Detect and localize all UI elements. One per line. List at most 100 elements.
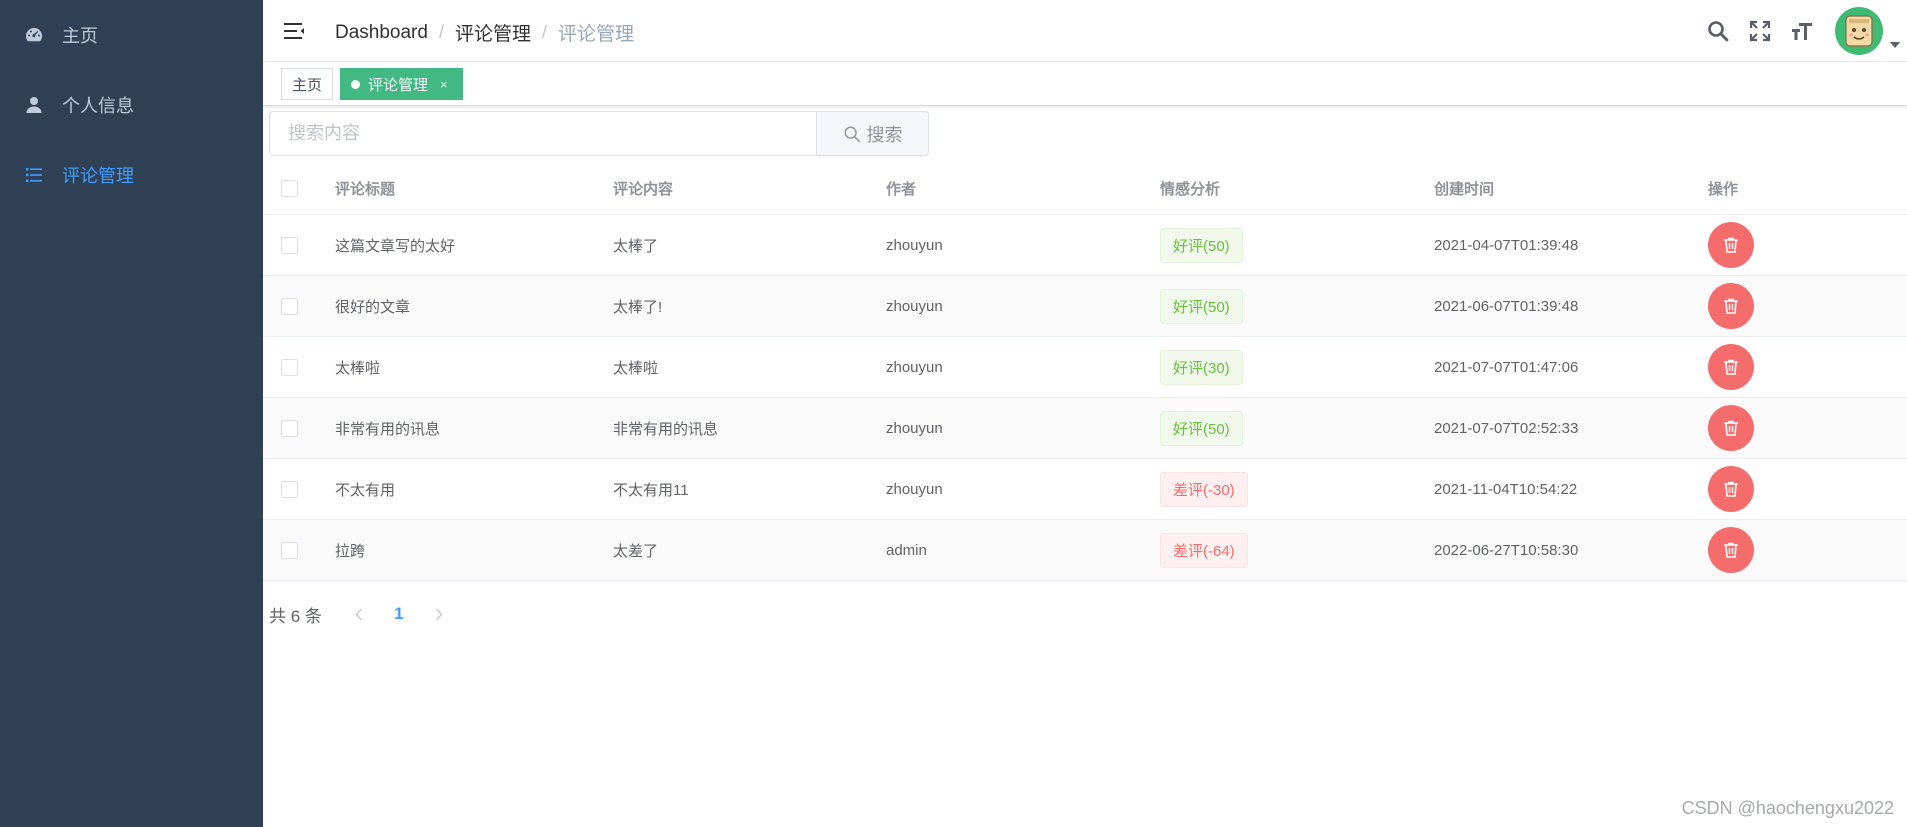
cell-sentiment: 好评(30) [1160,337,1243,397]
cell-created: 2021-11-04T10:54:22 [1434,480,1578,498]
cell-actions [1708,520,1754,580]
cell-content: 太棒啦 [613,359,659,377]
search-button-label: 搜索 [866,124,903,145]
sidebar-item-profile[interactable]: 个人信息 [0,70,263,140]
cell-actions [1708,398,1754,458]
cell-title: 非常有用的讯息 [335,420,441,438]
cell-sentiment: 好评(50) [1160,276,1243,336]
sentiment-badge: 好评(30) [1160,349,1243,385]
sidebar-item-comments[interactable]: 评论管理 [0,140,263,210]
sidebar-item-home[interactable]: 主页 [0,0,263,70]
row-checkbox-cell [281,398,298,458]
search-icon[interactable] [1705,18,1731,44]
tag-comments[interactable]: 评论管理 × [340,68,463,100]
avatar[interactable] [1835,7,1883,55]
breadcrumb-item-dashboard[interactable]: Dashboard [335,22,428,44]
delete-button[interactable] [1708,222,1754,268]
chevron-right-icon [436,607,443,621]
table-row: 不太有用 不太有用11 zhouyun 差评(-30) 2021-11-04T10:54… [263,459,1907,520]
cell-created: 2022-06-27T10:58:30 [1434,541,1579,559]
hamburger-icon[interactable] [282,19,306,43]
navbar-right [1705,0,1907,62]
delete-button[interactable] [1708,283,1754,329]
row-checkbox[interactable] [281,541,298,559]
header-author: 作者 [886,181,917,198]
sentiment-badge: 好评(50) [1160,410,1243,446]
sentiment-badge: 差评(-64) [1160,532,1248,568]
cell-title: 太棒啦 [335,359,381,377]
tag-home[interactable]: 主页 [281,68,333,100]
font-size-icon[interactable] [1789,18,1815,44]
row-checkbox-cell [281,215,298,275]
delete-button[interactable] [1708,527,1754,573]
user-icon [24,95,44,115]
delete-button[interactable] [1708,405,1754,451]
row-checkbox-cell [281,276,298,336]
search-button[interactable]: 搜索 [816,111,929,156]
prev-page-button[interactable] [344,600,374,628]
sidebar: 主页 个人信息 评论管理 [0,0,263,827]
cell-title: 很好的文章 [335,298,411,316]
row-checkbox-cell [281,337,298,397]
row-checkbox[interactable] [281,358,298,376]
row-checkbox[interactable] [281,480,298,498]
cell-title: 不太有用 [335,481,396,499]
table-header-row: 评论标题 评论内容 作者 情感分析 创建时间 操作 [263,163,1907,215]
breadcrumb-separator: / [438,22,444,42]
app-root: 主页 个人信息 评论管理 Dashboard / 评论管理 / 评论管理 主页 … [0,0,1907,827]
row-checkbox[interactable] [281,297,298,315]
breadcrumb: Dashboard / 评论管理 / 评论管理 [335,19,634,46]
table-row: 拉跨 太差了 admin 差评(-64) 2022-06-27T10:58:30 [263,520,1907,581]
cell-actions [1708,276,1754,336]
trash-icon [1724,298,1738,314]
search-icon [844,126,860,142]
fullscreen-icon[interactable] [1747,18,1773,44]
watermark: CSDN @haochengxu2022 [1681,798,1894,818]
active-dot-icon [351,79,360,89]
search-bar: 搜索 [269,111,934,156]
select-all-checkbox[interactable] [281,180,298,197]
sentiment-badge: 好评(50) [1160,288,1243,324]
delete-button[interactable] [1708,344,1754,390]
cell-author: zhouyun [886,480,943,498]
search-input[interactable] [269,111,816,156]
breadcrumb-item-comments[interactable]: 评论管理 [455,19,531,46]
main-area: Dashboard / 评论管理 / 评论管理 主页 评论管理 × 搜索内容 搜… [263,0,1907,827]
trash-icon [1724,481,1738,497]
sentiment-badge: 差评(-30) [1160,471,1248,507]
table-row: 太棒啦 太棒啦 zhouyun 好评(30) 2021-07-07T01:47:06 [263,337,1907,398]
cell-actions [1708,459,1754,519]
row-checkbox-cell [281,520,298,580]
caret-down-icon[interactable] [1883,0,1907,62]
close-icon[interactable]: × [440,77,448,92]
trash-icon [1724,420,1738,436]
pagination: 共 6 条 1 [269,600,454,628]
trash-icon [1724,542,1738,558]
cell-author: admin [886,541,927,559]
table-row: 很好的文章 太棒了! zhouyun 好评(50) 2021-06-07T01:39:4… [263,276,1907,337]
row-checkbox[interactable] [281,419,298,437]
trash-icon [1724,237,1738,253]
page-number-current[interactable]: 1 [380,600,418,628]
cell-created: 2021-04-07T01:39:48 [1434,236,1579,254]
list-icon [24,165,44,185]
table-row: 这篇文章写的太好 太棒了 zhouyun 好评(50) 2021-04-07T01:39… [263,215,1907,276]
breadcrumb-separator: / [541,22,547,42]
cell-created: 2021-07-07T01:47:06 [1434,358,1579,376]
header-checkbox-cell [281,163,298,214]
cell-created: 2021-06-07T01:39:48 [1434,297,1579,315]
sidebar-item-label: 主页 [62,26,98,46]
cell-sentiment: 好评(50) [1160,215,1243,275]
dashboard-icon [24,25,44,45]
sentiment-badge: 好评(50) [1160,227,1243,263]
cell-sentiment: 差评(-30) [1160,459,1248,519]
header-content: 评论内容 [613,181,674,198]
cell-content: 太棒了! [613,298,663,316]
next-page-button[interactable] [424,600,454,628]
tag-label: 主页 [291,76,322,94]
delete-button[interactable] [1708,466,1754,512]
tag-label: 评论管理 [368,76,429,94]
cell-content: 太棒了 [613,237,659,255]
row-checkbox[interactable] [281,236,298,254]
cell-created: 2021-07-07T02:52:33 [1434,419,1579,437]
